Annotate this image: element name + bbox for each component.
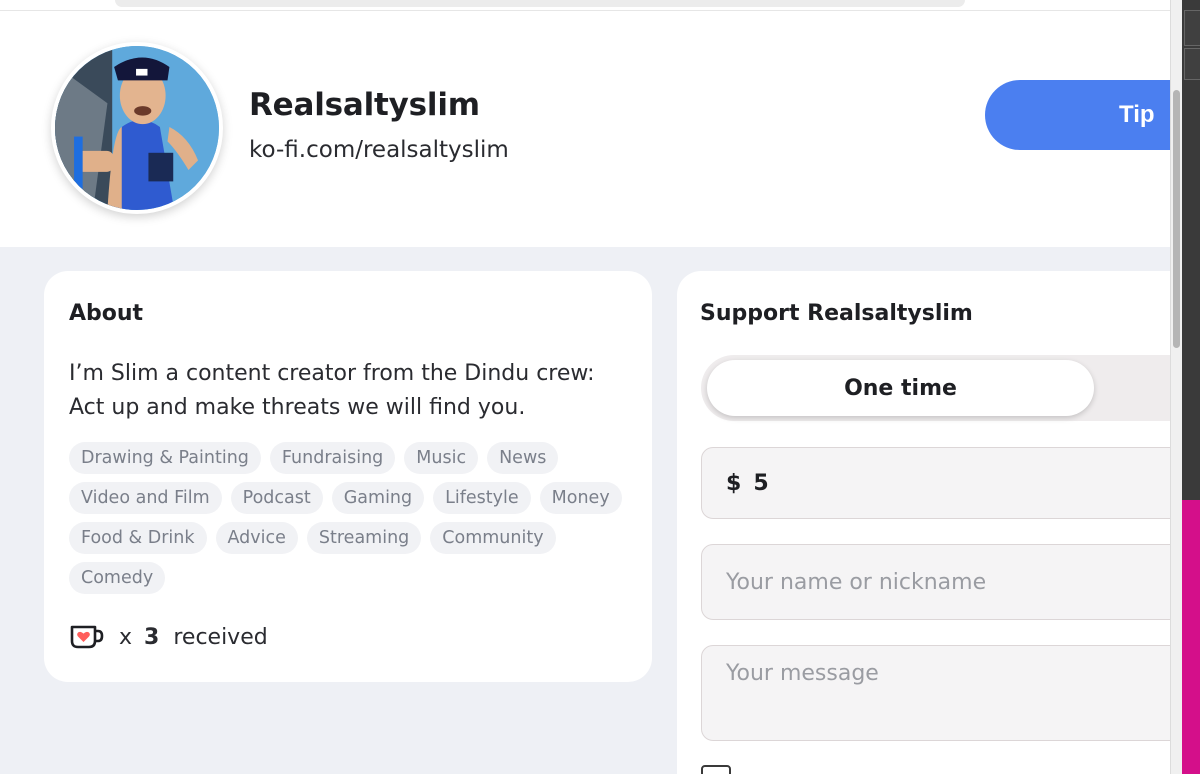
tag-streaming[interactable]: Streaming bbox=[306, 522, 422, 554]
amount-field[interactable]: $ 5 bbox=[701, 447, 1170, 519]
browser-top-strip bbox=[0, 0, 1170, 11]
tag-list: Drawing & Painting Fundraising Music New… bbox=[69, 442, 629, 594]
tag-video-and-film[interactable]: Video and Film bbox=[69, 482, 222, 514]
background-window-edge bbox=[1182, 0, 1200, 774]
avatar[interactable] bbox=[51, 42, 223, 214]
kofi-page: Realsaltyslim ko-fi.com/realsaltyslim Ti… bbox=[0, 11, 1170, 774]
about-card: About I’m Slim a content creator from th… bbox=[44, 271, 652, 682]
support-title: Support Realsaltyslim bbox=[700, 301, 973, 326]
received-label: received bbox=[173, 624, 268, 650]
tag-community[interactable]: Community bbox=[430, 522, 556, 554]
received-number: 3 bbox=[144, 624, 160, 650]
tag-music[interactable]: Music bbox=[404, 442, 479, 474]
name-input[interactable] bbox=[701, 544, 1170, 620]
amount-value: 5 bbox=[753, 470, 769, 496]
message-input[interactable] bbox=[701, 645, 1170, 741]
tag-fundraising[interactable]: Fundraising bbox=[269, 442, 396, 474]
tag-podcast[interactable]: Podcast bbox=[230, 482, 323, 514]
tag-gaming[interactable]: Gaming bbox=[331, 482, 425, 514]
scrollbar-thumb[interactable] bbox=[1173, 90, 1180, 348]
creator-name: Realsaltyslim bbox=[249, 87, 480, 123]
tag-drawing-painting[interactable]: Drawing & Painting bbox=[69, 442, 261, 474]
about-text: I’m Slim a content creator from the Dind… bbox=[69, 361, 595, 420]
received-count: x 3 received bbox=[69, 624, 268, 650]
tag-news[interactable]: News bbox=[487, 442, 559, 474]
received-multiplier: x bbox=[119, 624, 133, 650]
tip-button[interactable]: Tip bbox=[985, 80, 1170, 150]
tag-lifestyle[interactable]: Lifestyle bbox=[433, 482, 531, 514]
background-desktop bbox=[1182, 500, 1200, 774]
kofi-cup-icon bbox=[70, 625, 104, 649]
private-checkbox[interactable] bbox=[701, 765, 731, 774]
one-time-option[interactable]: One time bbox=[707, 360, 1094, 416]
tag-advice[interactable]: Advice bbox=[215, 522, 298, 554]
support-card: Support Realsaltyslim One time $ 5 bbox=[677, 271, 1170, 774]
background-button bbox=[1184, 48, 1200, 80]
avatar-photo bbox=[55, 46, 219, 210]
background-button bbox=[1184, 10, 1200, 46]
currency-symbol: $ bbox=[726, 470, 742, 496]
frequency-toggle[interactable]: One time bbox=[701, 355, 1170, 421]
tag-comedy[interactable]: Comedy bbox=[69, 562, 166, 594]
about-title: About bbox=[69, 301, 144, 326]
profile-header: Realsaltyslim ko-fi.com/realsaltyslim Ti… bbox=[0, 11, 1170, 247]
page-scrollbar[interactable] bbox=[1170, 0, 1182, 774]
address-bar[interactable] bbox=[115, 0, 965, 7]
tag-money[interactable]: Money bbox=[539, 482, 622, 514]
creator-url[interactable]: ko-fi.com/realsaltyslim bbox=[249, 137, 509, 163]
tag-food-drink[interactable]: Food & Drink bbox=[69, 522, 207, 554]
